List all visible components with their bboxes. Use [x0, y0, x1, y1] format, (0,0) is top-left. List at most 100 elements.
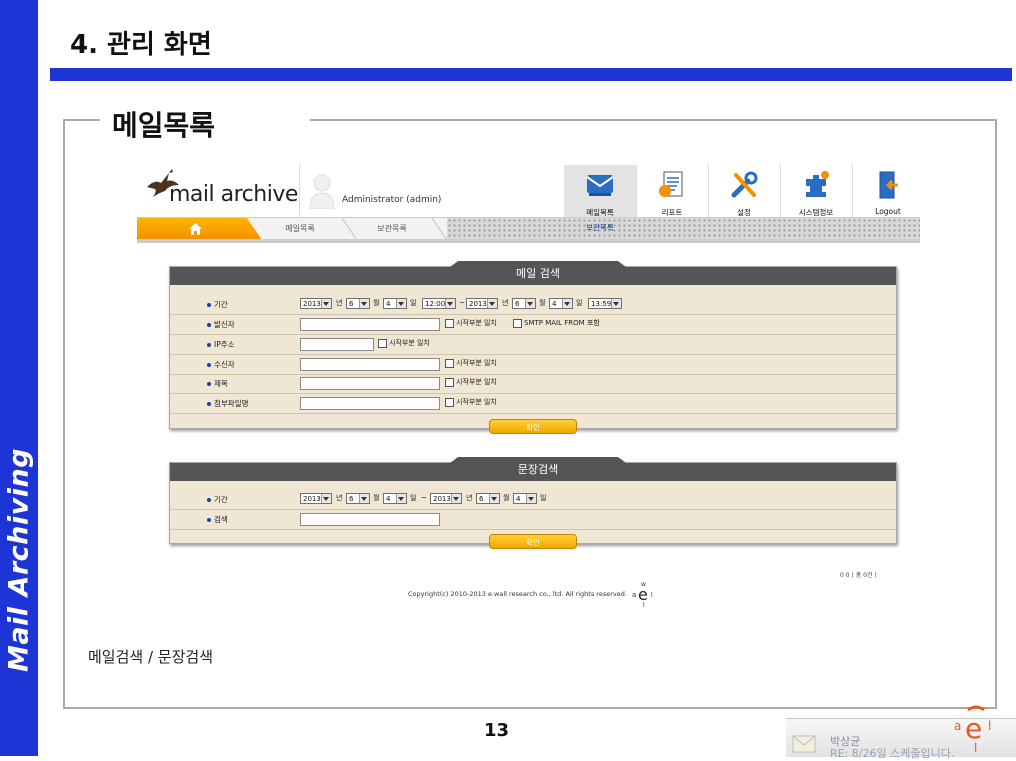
sentence-from-day-select[interactable]: 4: [383, 493, 407, 504]
tab-home[interactable]: [137, 218, 262, 240]
from-time-select[interactable]: 12:00: [422, 298, 456, 309]
recipient-input[interactable]: [300, 358, 440, 371]
from-month-select[interactable]: 6: [346, 298, 370, 309]
nav-system-info[interactable]: 시스템정보: [780, 165, 852, 217]
dropdown-arrow-icon: [361, 302, 367, 306]
ewall-logo-icon: w a e l l: [632, 581, 653, 608]
mail-search-panel: 메일 검색 기간 2013 년 6 월 4 일 12:00 ~ 2013 년 6…: [169, 261, 897, 434]
smtp-from-checkbox[interactable]: [513, 319, 522, 328]
dropdown-arrow-icon: [489, 302, 495, 306]
period-label: 기간: [214, 300, 228, 309]
nav-logout[interactable]: Logout: [852, 165, 924, 217]
subject-input[interactable]: [300, 377, 440, 390]
title-underline-bar: [50, 68, 1012, 81]
nav-settings[interactable]: 설정: [708, 165, 780, 217]
from-year-select[interactable]: 2013: [300, 298, 332, 309]
sender-input[interactable]: [300, 318, 440, 331]
period-row: 기간 2013 년 6 월 4 일 12:00 ~ 2013 년 6 월 4 일…: [170, 295, 896, 315]
logout-door-icon: [879, 171, 898, 199]
envelope-icon: [792, 735, 816, 753]
ip-label: IP주소: [214, 340, 235, 349]
svg-text:a: a: [954, 719, 961, 733]
dropdown-arrow-icon: [528, 497, 534, 501]
attachment-input[interactable]: [300, 397, 440, 410]
mail-search-header: 메일 검색: [450, 261, 626, 285]
user-name: Administrator (admin): [342, 195, 442, 205]
dropdown-arrow-icon: [361, 497, 367, 501]
recipient-starts-with-checkbox[interactable]: [445, 359, 454, 368]
nav-label: Logout: [875, 207, 901, 216]
svg-text:a: a: [632, 591, 636, 599]
copyright-text: Copyright(c) 2010-2013 e.wall research c…: [408, 590, 627, 598]
sentence-to-year-select[interactable]: 2013: [430, 493, 462, 504]
page-number: 13: [484, 720, 510, 741]
attachment-starts-with-checkbox[interactable]: [445, 398, 454, 407]
dropdown-arrow-icon: [398, 497, 404, 501]
sentence-to-day-select[interactable]: 4: [513, 493, 537, 504]
sentence-search-header: 문장검색: [450, 457, 626, 481]
mail-search-submit-button[interactable]: 확인: [489, 419, 577, 434]
nav-mail-list[interactable]: 메일목록: [564, 165, 636, 217]
tab-bar-pattern: [447, 218, 920, 240]
system-info-icon: [806, 171, 829, 197]
sentence-from-year-select[interactable]: 2013: [300, 493, 332, 504]
ip-input[interactable]: [300, 338, 374, 351]
notification-message: RE: 8/26일 스케줄입니다.: [830, 747, 955, 760]
sentence-search-submit-button[interactable]: 확인: [489, 534, 577, 549]
nav-report[interactable]: 리포트: [636, 165, 708, 217]
attachment-label: 첨부파일명: [214, 399, 249, 408]
report-icon: [659, 171, 683, 197]
subject-starts-with-checkbox[interactable]: [445, 378, 454, 387]
sentence-search-panel: 문장검색 기간 2013 년 6 월 4 일 ~ 2013 년 6 월 4 일 …: [169, 457, 897, 549]
to-time-select[interactable]: 13:59: [588, 298, 622, 309]
to-month-select[interactable]: 6: [512, 298, 536, 309]
to-day-select[interactable]: 4: [549, 298, 573, 309]
to-year-select[interactable]: 2013: [466, 298, 498, 309]
sentence-period-label: 기간: [214, 495, 228, 504]
dropdown-arrow-icon: [447, 302, 453, 306]
sentence-query-row: 검색: [170, 510, 896, 530]
subject-row: 제목 시작부분 일치: [170, 374, 896, 394]
sentence-to-month-select[interactable]: 6: [476, 493, 500, 504]
sentence-search-title: 문장검색: [517, 463, 559, 476]
mail-search-title: 메일 검색: [516, 267, 560, 280]
ip-starts-with-checkbox[interactable]: [378, 339, 387, 348]
svg-text:l: l: [974, 741, 977, 755]
subject-label: 제목: [214, 379, 228, 388]
sentence-period-row: 기간 2013 년 6 월 4 일 ~ 2013 년 6 월 4 일: [170, 490, 896, 510]
recipient-label: 수신자: [214, 360, 235, 369]
sender-starts-with-checkbox[interactable]: [445, 319, 454, 328]
dropdown-arrow-icon: [527, 302, 533, 306]
tab-archive-list[interactable]: 보관목록: [347, 218, 437, 240]
ewall-corner-logo-icon: a e l l: [954, 705, 991, 755]
section-title: 메일목록: [112, 109, 216, 142]
recipient-row: 수신자 시작부분 일치: [170, 355, 896, 375]
sentence-from-month-select[interactable]: 6: [346, 493, 370, 504]
svg-text:l: l: [988, 719, 991, 733]
sender-label: 발신자: [214, 320, 235, 329]
dropdown-arrow-icon: [613, 302, 619, 306]
user-avatar-icon: [309, 174, 335, 209]
settings-tools-icon: [731, 171, 758, 198]
dropdown-arrow-icon: [323, 497, 329, 501]
subnav-archive-list[interactable]: 보관목록: [564, 222, 636, 233]
slide-title: 4. 관리 화면: [70, 30, 212, 60]
sidebar-band: Mail Archiving: [0, 0, 38, 756]
ip-row: IP주소 시작부분 일치: [170, 335, 896, 355]
from-day-select[interactable]: 4: [383, 298, 407, 309]
result-count-partial: 0 0 ( 총 0건 ): [840, 572, 877, 579]
tab-bar: 메일목록 보관목록: [137, 217, 920, 240]
dropdown-arrow-icon: [453, 497, 459, 501]
dropdown-arrow-icon: [323, 302, 329, 306]
mail-list-icon: [586, 175, 614, 196]
dropdown-arrow-icon: [491, 497, 497, 501]
slide-caption: 메일검색 / 문장검색: [88, 648, 213, 666]
sentence-query-input[interactable]: [300, 513, 440, 526]
attachment-row: 첨부파일명 시작부분 일치: [170, 394, 896, 414]
app-header: mail archive Administrator (admin) 메일목록 …: [137, 165, 920, 217]
home-icon: [189, 223, 202, 235]
tab-mail-list[interactable]: 메일목록: [255, 218, 345, 240]
app-logo-text: mail archive: [169, 182, 298, 207]
mail-archive-app: mail archive Administrator (admin) 메일목록 …: [137, 165, 920, 578]
sidebar-title: Mail Archiving: [3, 447, 35, 673]
